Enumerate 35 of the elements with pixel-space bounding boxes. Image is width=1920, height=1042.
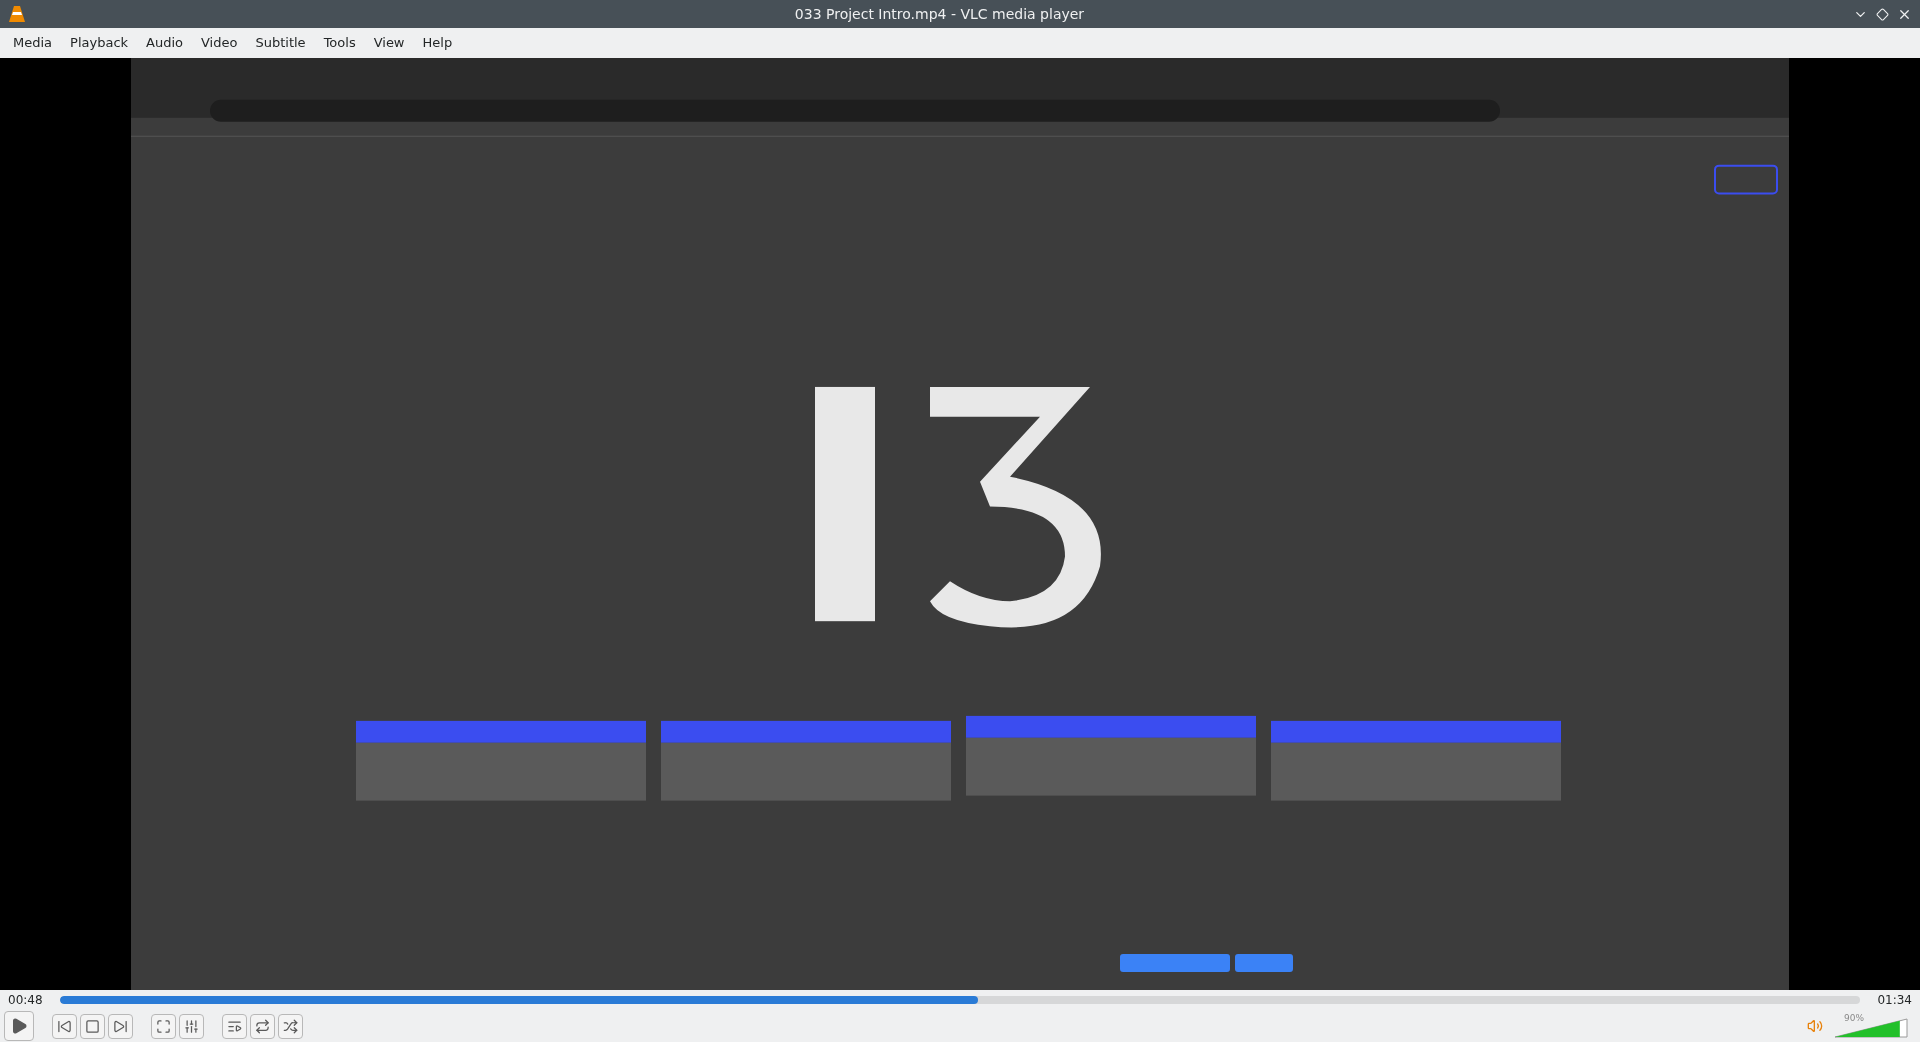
menu-item[interactable]: Tools (314, 33, 365, 53)
play-icon (10, 1017, 28, 1035)
stop-icon (85, 1018, 100, 1034)
speaker-icon (1807, 1018, 1823, 1034)
loop-icon (255, 1018, 270, 1034)
fullscreen-button[interactable] (151, 1013, 176, 1039)
menu-item[interactable]: View (364, 33, 414, 53)
equalizer-button[interactable] (179, 1013, 204, 1039)
maximize-icon[interactable] (1876, 7, 1889, 21)
menu-item[interactable]: Help (413, 33, 462, 53)
equalizer-icon (184, 1018, 199, 1034)
menu-item[interactable]: Media (4, 33, 62, 53)
playlist-button[interactable] (222, 1013, 247, 1039)
total-time: 01:34 (1876, 992, 1912, 1009)
menu-item[interactable]: Video (192, 33, 247, 53)
shuffle-icon (283, 1018, 298, 1034)
next-icon (113, 1018, 128, 1034)
seek-bar[interactable] (60, 996, 1860, 1004)
menu-item[interactable]: Playback (61, 33, 138, 53)
volume-reading: 90% (1844, 1012, 1864, 1025)
traffic-cone-icon (8, 4, 26, 24)
window-title: 033 Project Intro.mp4 - VLC media player (794, 4, 1085, 24)
shuffle-button[interactable] (278, 1013, 303, 1039)
loop-button[interactable] (250, 1013, 275, 1039)
menu-item[interactable]: Subtitle (246, 33, 315, 53)
play-button[interactable] (4, 1011, 34, 1041)
elapsed-time: 00:48 (8, 992, 44, 1009)
fullscreen-icon (156, 1018, 171, 1034)
previous-button[interactable] (52, 1013, 77, 1039)
stop-button[interactable] (80, 1013, 105, 1039)
next-button[interactable] (108, 1013, 133, 1039)
playlist-icon (227, 1018, 242, 1034)
previous-icon (57, 1018, 72, 1034)
mute-button[interactable] (1807, 1018, 1823, 1034)
menu-item[interactable]: Audio (137, 33, 192, 53)
